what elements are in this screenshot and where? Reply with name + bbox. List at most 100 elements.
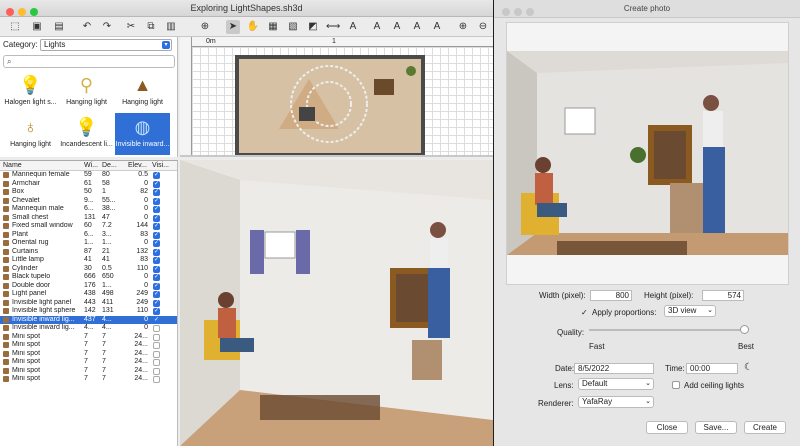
visible-checkbox[interactable]: ✓ [153, 172, 160, 179]
table-row[interactable]: Mini spot 7 7 24... [0, 358, 177, 367]
visible-checkbox[interactable]: ✓ [153, 223, 160, 230]
create-dimensions-icon[interactable]: ⟷ [326, 20, 340, 34]
column-header-depth[interactable]: De... [102, 161, 117, 171]
visible-checkbox[interactable] [153, 359, 160, 366]
visible-checkbox[interactable] [153, 342, 160, 349]
create-walls-icon[interactable]: ▦ [266, 20, 280, 34]
table-row[interactable]: Invisible light panel 443 411 249 ✓ [0, 299, 177, 308]
increase-text-icon[interactable]: A [370, 20, 384, 34]
table-row[interactable]: Invisible light sphere 142 131 110 ✓ [0, 307, 177, 316]
table-row[interactable]: Mini spot 7 7 24... [0, 375, 177, 384]
column-header-width[interactable]: Wi... [84, 161, 98, 171]
minimize-window-button[interactable] [18, 8, 26, 16]
visible-checkbox[interactable]: ✓ [153, 299, 160, 307]
table-row[interactable]: Plant 6... 3... 83 ✓ [0, 231, 177, 240]
cut-icon[interactable]: ✂ [124, 20, 138, 34]
table-row[interactable]: Mini spot 7 7 24... [0, 341, 177, 350]
undo-icon[interactable]: ↶ [80, 20, 94, 34]
table-row[interactable]: Invisible inward lig... 437 4... 0 ✓ [0, 315, 177, 324]
visible-checkbox[interactable] [153, 367, 160, 375]
visible-checkbox[interactable]: ✓ [153, 316, 160, 324]
close-window-button[interactable] [6, 8, 14, 16]
table-row[interactable]: Fixed small window 60 7.2 144 ✓ [0, 222, 177, 231]
create-labels-icon[interactable]: A [346, 20, 360, 34]
visible-checkbox[interactable]: ✓ [153, 189, 160, 196]
dialog-minimize-button[interactable] [514, 8, 522, 16]
moon-icon[interactable]: ☾ [744, 362, 753, 373]
visible-checkbox[interactable]: ✓ [153, 180, 160, 188]
zoom-window-button[interactable] [30, 8, 38, 16]
redo-icon[interactable]: ↷ [100, 20, 114, 34]
column-header-elevation[interactable]: Elev... [128, 161, 147, 171]
table-row[interactable]: Curtains 87 21 132 ✓ [0, 248, 177, 257]
table-row[interactable]: Cylinder 30 0.5 110 ✓ [0, 265, 177, 274]
visible-checkbox[interactable]: ✓ [153, 291, 160, 298]
save-icon[interactable]: ▤ [52, 20, 66, 34]
table-row[interactable]: Box 50 1 82 ✓ [0, 188, 177, 197]
add-furniture-icon[interactable]: ⊕ [198, 20, 212, 34]
table-row[interactable]: Little lamp 41 41 83 ✓ [0, 256, 177, 265]
visible-checkbox[interactable] [153, 325, 160, 332]
dialog-close-button[interactable] [502, 8, 510, 16]
open-icon[interactable]: ▣ [30, 20, 44, 34]
table-row[interactable]: Mini spot 7 7 24... [0, 333, 177, 342]
visible-checkbox[interactable]: ✓ [153, 274, 160, 281]
search-input[interactable]: ⌕ [3, 55, 175, 68]
close-button[interactable]: Close [646, 421, 688, 434]
quality-slider[interactable] [589, 329, 745, 331]
catalog-item-selected[interactable]: ◍ Invisible inward... [115, 113, 170, 155]
save-button[interactable]: Save... [695, 421, 737, 434]
new-home-icon[interactable]: ⬚ [8, 20, 22, 34]
table-row[interactable]: Mini spot 7 7 24... [0, 367, 177, 376]
create-button[interactable]: Create [744, 421, 786, 434]
visible-checkbox[interactable]: ✓ [153, 265, 160, 273]
visible-checkbox[interactable]: ✓ [153, 206, 160, 213]
visible-checkbox[interactable]: ✓ [153, 257, 160, 264]
copy-icon[interactable]: ⧉ [144, 20, 158, 34]
view-select[interactable]: 3D view ⌄ [664, 305, 716, 317]
catalog-item[interactable]: ⚲ Hanging light [59, 71, 114, 113]
visible-checkbox[interactable]: ✓ [153, 214, 160, 222]
paste-icon[interactable]: ▥ [164, 20, 178, 34]
table-row[interactable]: Chevalet 9... 55... 0 ✓ [0, 197, 177, 206]
column-header-name[interactable]: Name [3, 161, 22, 171]
table-row[interactable]: Mannequin male 6... 38... 0 ✓ [0, 205, 177, 214]
table-row[interactable]: Small chest 131 47 0 ✓ [0, 214, 177, 223]
catalog-item[interactable]: ▲ Hanging light [115, 71, 170, 113]
visible-checkbox[interactable]: ✓ [153, 308, 160, 315]
pan-mode-icon[interactable]: ✋ [246, 20, 260, 34]
zoom-in-icon[interactable]: ⊕ [456, 20, 470, 34]
visible-checkbox[interactable]: ✓ [153, 282, 160, 290]
time-field[interactable]: 00:00 [686, 363, 738, 374]
table-row[interactable]: Invisible inward lig... 4... 4... 0 [0, 324, 177, 333]
date-field[interactable]: 8/5/2022 [574, 363, 654, 374]
table-row[interactable]: Oriental rug 1... 1... 0 ✓ [0, 239, 177, 248]
create-rooms-icon[interactable]: ▧ [286, 20, 300, 34]
dialog-zoom-button[interactable] [526, 8, 534, 16]
visible-checkbox[interactable] [153, 376, 160, 383]
catalog-item[interactable]: 💡 Halogen light s... [3, 71, 58, 113]
visible-checkbox[interactable]: ✓ [153, 231, 160, 239]
category-select[interactable]: Lights ▾ [40, 39, 172, 51]
height-field[interactable]: 574 [702, 290, 744, 301]
catalog-item[interactable]: ♁ Hanging light [3, 113, 58, 155]
create-polylines-icon[interactable]: ◩ [306, 20, 320, 34]
table-row[interactable]: Mini spot 7 7 24... [0, 350, 177, 359]
room-floor[interactable] [235, 55, 425, 155]
italic-text-icon[interactable]: A [430, 20, 444, 34]
apply-proportions-checkbox[interactable]: ✓ [581, 307, 588, 318]
decrease-text-icon[interactable]: A [390, 20, 404, 34]
quality-slider-knob[interactable] [740, 325, 749, 334]
visible-checkbox[interactable] [153, 350, 160, 358]
zoom-out-icon[interactable]: ⊖ [476, 20, 490, 34]
renderer-select[interactable]: YafaRay ⌄ [578, 396, 654, 408]
visible-checkbox[interactable] [153, 333, 160, 341]
visible-checkbox[interactable]: ✓ [153, 197, 160, 205]
add-ceiling-lights-checkbox[interactable] [672, 381, 680, 389]
visible-checkbox[interactable]: ✓ [153, 248, 160, 256]
table-row[interactable]: Black tupelo 666 650 0 ✓ [0, 273, 177, 282]
width-field[interactable]: 800 [590, 290, 632, 301]
lens-select[interactable]: Default ⌄ [578, 378, 654, 390]
catalog-item[interactable]: 💡 Incandescent li... [59, 113, 114, 155]
table-row[interactable]: Light panel 438 498 249 ✓ [0, 290, 177, 299]
